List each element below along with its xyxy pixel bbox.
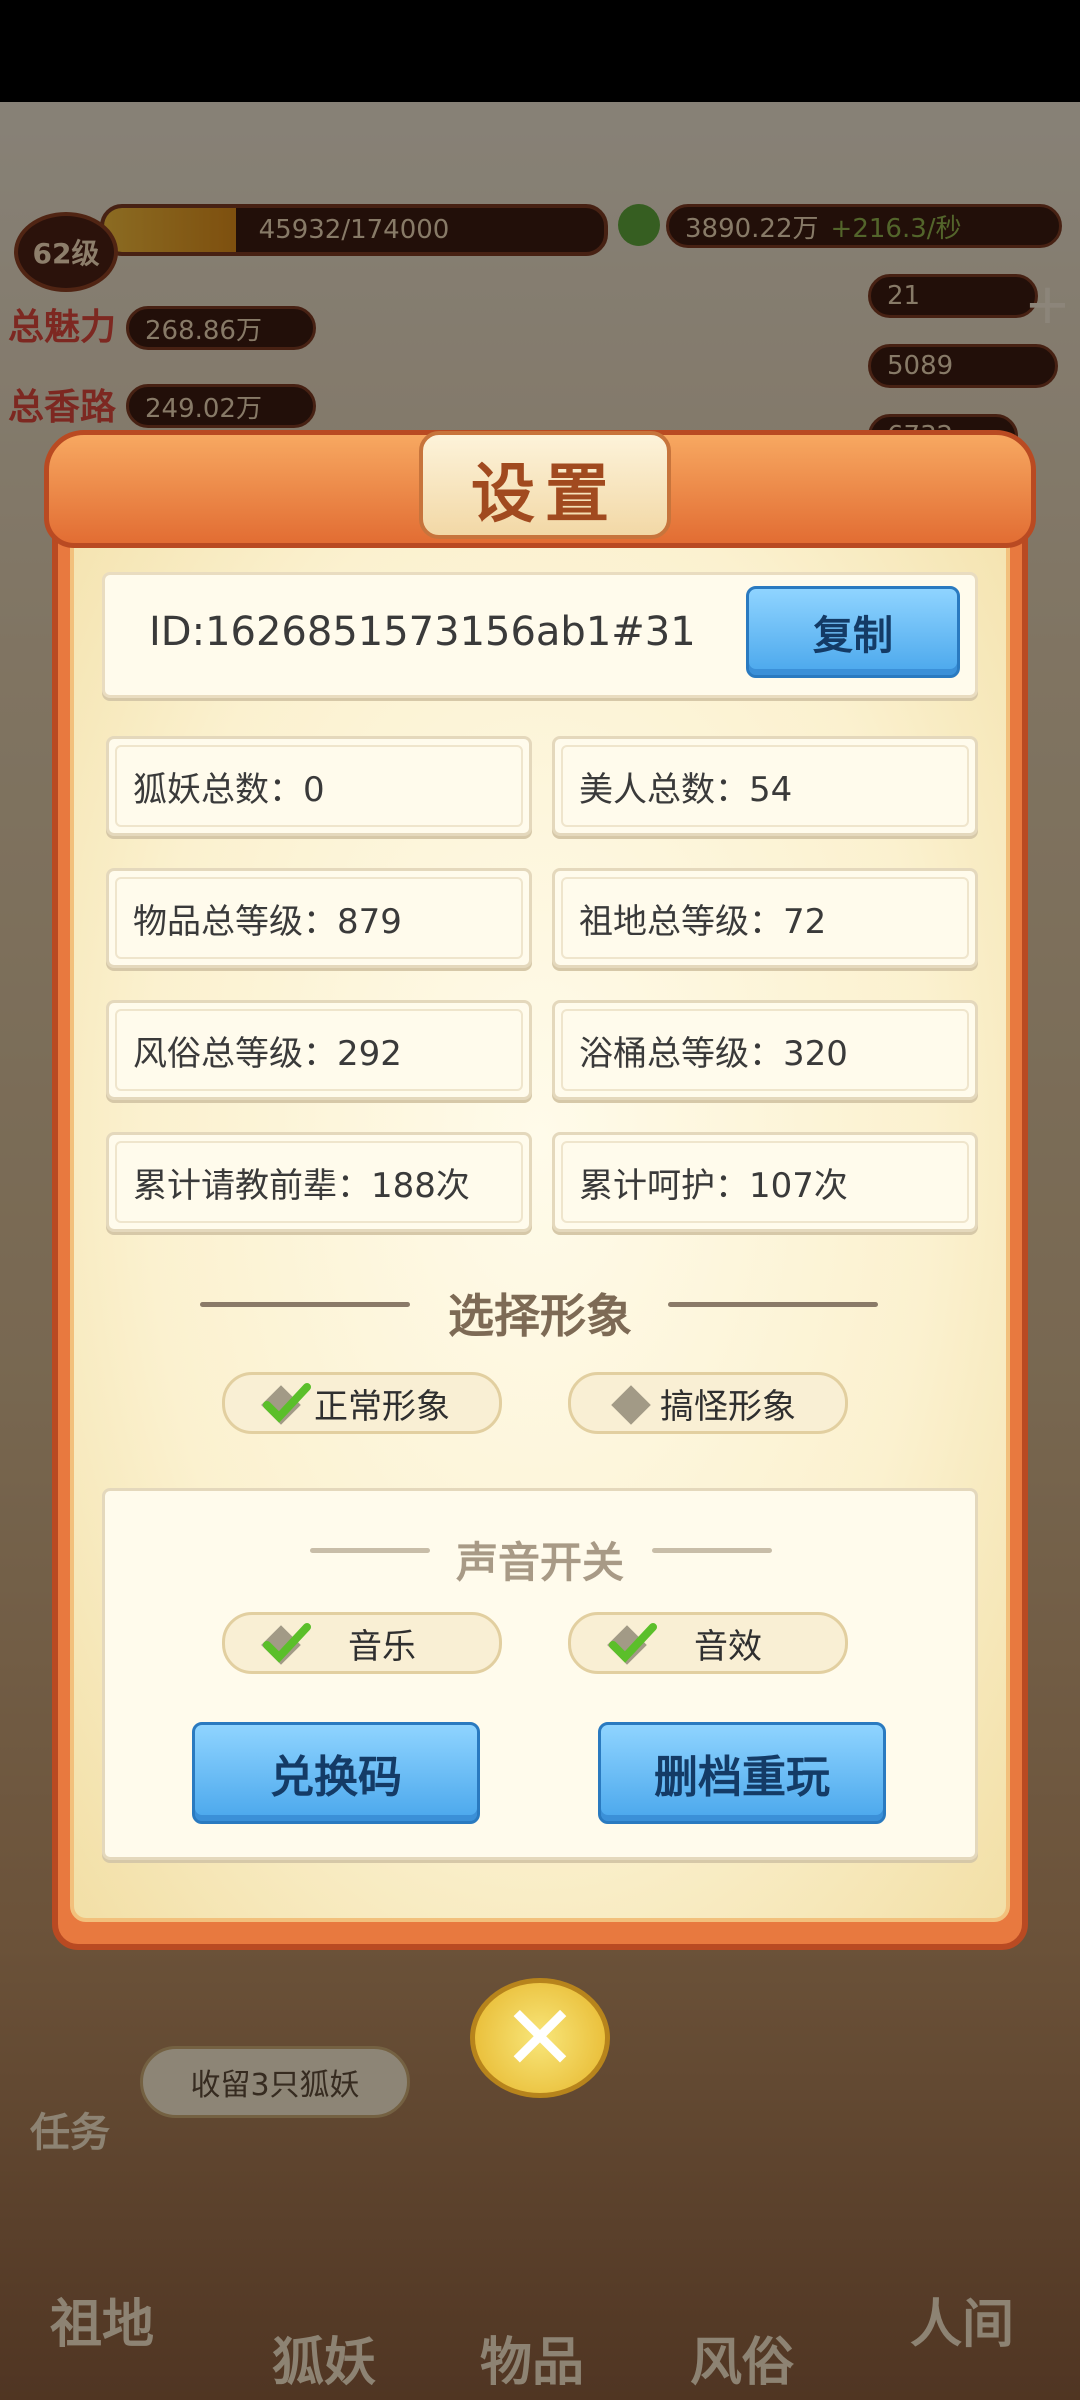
sound-divider-left <box>310 1548 430 1553</box>
stat-beauty-count: 美人总数：54 <box>552 736 978 836</box>
stat-item-level: 物品总等级：879 <box>106 868 532 968</box>
appearance-funny-option[interactable]: 搞怪形象 <box>568 1372 848 1434</box>
appearance-normal-label: 正常形象 <box>314 1386 450 1427</box>
close-icon: ✕ <box>502 1985 578 2091</box>
dialog-title: 设置 <box>471 457 619 532</box>
stat-bathtub-level: 浴桶总等级：320 <box>552 1000 978 1100</box>
close-button[interactable]: ✕ <box>470 1978 610 2098</box>
check-icon <box>607 1623 657 1665</box>
stat-fox-count: 狐妖总数：0 <box>106 736 532 836</box>
sound-title: 声音开关 <box>455 1538 624 1587</box>
sound-divider-right <box>652 1548 772 1553</box>
appearance-title: 选择形象 <box>448 1289 632 1343</box>
stat-care-count: 累计呵护：107次 <box>552 1132 978 1232</box>
stat-custom-level: 风俗总等级：292 <box>106 1000 532 1100</box>
stat-consult-count: 累计请教前辈：188次 <box>106 1132 532 1232</box>
music-toggle[interactable]: 音乐 <box>222 1612 502 1674</box>
dialog-title-bar: 设置 <box>44 430 1036 548</box>
title-plaque: 设置 <box>419 431 671 539</box>
reset-game-button[interactable]: 删档重玩 <box>598 1722 886 1824</box>
copy-button[interactable]: 复制 <box>746 586 960 678</box>
unchecked-diamond-icon <box>611 1385 651 1425</box>
music-label: 音乐 <box>348 1626 416 1667</box>
sfx-toggle[interactable]: 音效 <box>568 1612 848 1674</box>
check-icon <box>261 1623 311 1665</box>
appearance-funny-label: 搞怪形象 <box>660 1386 796 1427</box>
sfx-label: 音效 <box>694 1626 762 1667</box>
status-bar <box>0 0 1080 102</box>
stat-ancestral-level: 祖地总等级：72 <box>552 868 978 968</box>
check-icon <box>261 1383 311 1425</box>
user-id: ID:1626851573156ab1#31 <box>149 609 696 655</box>
redeem-code-button[interactable]: 兑换码 <box>192 1722 480 1824</box>
appearance-normal-option[interactable]: 正常形象 <box>222 1372 502 1434</box>
